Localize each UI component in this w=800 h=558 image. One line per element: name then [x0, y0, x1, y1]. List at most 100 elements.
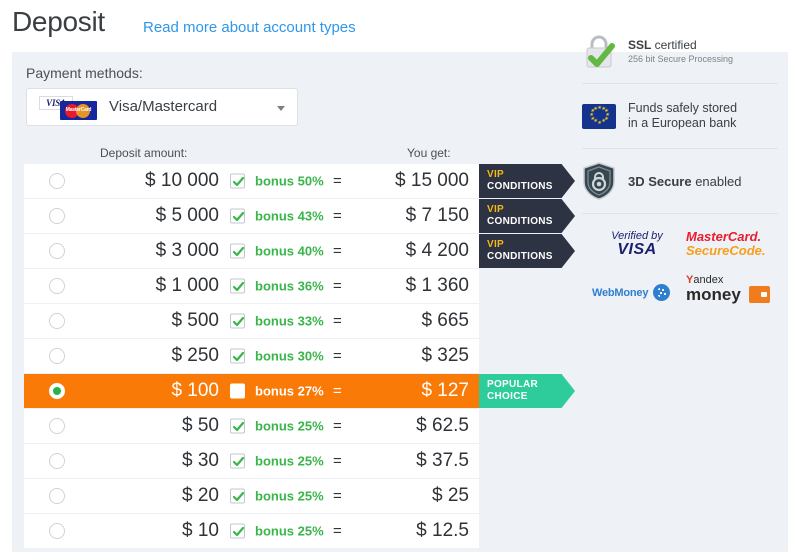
- bonus-checkbox[interactable]: [230, 279, 245, 294]
- bonus-checkbox[interactable]: [230, 454, 245, 469]
- webmoney-globe-icon: [653, 284, 670, 301]
- deposit-option-row[interactable]: $ 10bonus 25%=$ 12.5: [24, 514, 479, 548]
- payment-method-value: Visa/Mastercard: [109, 98, 217, 115]
- you-get-amount: $ 37.5: [354, 450, 469, 472]
- deposit-option-row[interactable]: $ 30bonus 25%=$ 37.5: [24, 444, 479, 478]
- you-get-amount: $ 25: [354, 485, 469, 507]
- bonus-checkbox[interactable]: [230, 419, 245, 434]
- deposit-amount: $ 50: [84, 415, 219, 437]
- check-icon: [232, 491, 245, 504]
- deposit-option-row[interactable]: $ 250bonus 30%=$ 325: [24, 339, 479, 373]
- you-get-amount: $ 12.5: [354, 520, 469, 542]
- vbv-visa: VISA: [598, 242, 676, 258]
- bonus-checkbox[interactable]: [230, 384, 245, 399]
- equals-sign: =: [333, 488, 342, 505]
- webmoney-icon: WebMoney: [592, 284, 670, 301]
- bonus-label: bonus 25%: [255, 454, 324, 469]
- deposit-radio[interactable]: [49, 208, 65, 224]
- vip-conditions-ribbon[interactable]: VIPCONDITIONS: [479, 164, 575, 198]
- popular-ribbon-line1: POPULAR: [487, 379, 575, 391]
- trust-sidebar: SSL certified 256 bit Secure Processing …: [582, 28, 778, 314]
- deposit-amount: $ 1 000: [84, 275, 219, 297]
- check-icon: [232, 421, 245, 434]
- bonus-label: bonus 25%: [255, 489, 324, 504]
- deposit-radio[interactable]: [49, 348, 65, 364]
- deposit-option-row[interactable]: $ 10 000bonus 50%=$ 15 000VIPCONDITIONS: [24, 164, 479, 198]
- vip-ribbon-line1: VIP: [487, 204, 575, 216]
- mastercard-icon: MasterCard: [60, 101, 97, 120]
- equals-sign: =: [333, 383, 342, 400]
- bonus-checkbox[interactable]: [230, 244, 245, 259]
- deposit-options-list: $ 10 000bonus 50%=$ 15 000VIPCONDITIONS$…: [24, 164, 479, 549]
- trust-eu-text: Funds safely stored in a European bank: [628, 101, 737, 131]
- equals-sign: =: [333, 523, 342, 540]
- equals-sign: =: [333, 348, 342, 365]
- vip-conditions-ribbon[interactable]: VIPCONDITIONS: [479, 199, 575, 233]
- deposit-option-row[interactable]: $ 3 000bonus 40%=$ 4 200VIPCONDITIONS: [24, 234, 479, 268]
- check-icon: [232, 211, 245, 224]
- bonus-label: bonus 36%: [255, 279, 324, 294]
- chevron-down-icon[interactable]: [277, 106, 285, 111]
- vip-ribbon-line1: VIP: [487, 239, 575, 251]
- deposit-option-row[interactable]: $ 5 000bonus 43%=$ 7 150VIPCONDITIONS: [24, 199, 479, 233]
- deposit-amount: $ 20: [84, 485, 219, 507]
- trust-ssl: SSL certified 256 bit Secure Processing: [582, 28, 778, 74]
- deposit-radio[interactable]: [49, 418, 65, 434]
- you-get-amount: $ 127: [354, 380, 469, 402]
- trust-ssl-rest: certified: [651, 38, 696, 52]
- eu-star-icon: ★: [601, 120, 604, 123]
- deposit-radio[interactable]: [49, 313, 65, 329]
- mcsc-line1: MasterCard.: [686, 230, 778, 244]
- deposit-radio[interactable]: [49, 383, 65, 399]
- sidebar-divider-2: [582, 148, 778, 149]
- vip-ribbon-line2: CONDITIONS: [487, 181, 575, 193]
- deposit-radio[interactable]: [49, 488, 65, 504]
- bonus-checkbox[interactable]: [230, 524, 245, 539]
- check-icon: [232, 386, 245, 399]
- deposit-radio[interactable]: [49, 243, 65, 259]
- deposit-option-row[interactable]: $ 20 bonus 25% = $ 25: [24, 479, 479, 513]
- account-types-link[interactable]: Read more about account types: [143, 19, 356, 36]
- trust-3d-text: 3D Secure enabled: [628, 174, 741, 189]
- check-icon: [232, 526, 245, 539]
- deposit-option-row[interactable]: $ 500bonus 33%=$ 665: [24, 304, 479, 338]
- mastercard-label: MasterCard: [60, 107, 97, 113]
- bonus-checkbox[interactable]: [230, 209, 245, 224]
- eu-star-icon: ★: [590, 118, 593, 121]
- deposit-radio[interactable]: [49, 173, 65, 189]
- you-get-amount: $ 665: [354, 310, 469, 332]
- trust-3d-strong: 3D Secure: [628, 174, 692, 189]
- mastercard-securecode-icon: MasterCard. SecureCode.: [686, 230, 778, 258]
- deposit-option-row[interactable]: $ 50bonus 25%=$ 62.5: [24, 409, 479, 443]
- eu-star-icon: ★: [593, 108, 596, 111]
- deposit-amount: $ 5 000: [84, 205, 219, 227]
- popular-ribbon-line2: CHOICE: [487, 391, 575, 403]
- bonus-label: bonus 27%: [255, 384, 324, 399]
- check-icon: [232, 316, 245, 329]
- you-get-amount: $ 15 000: [354, 170, 469, 192]
- equals-sign: =: [333, 243, 342, 260]
- deposit-radio[interactable]: [49, 278, 65, 294]
- payment-methods-label: Payment methods:: [26, 65, 143, 81]
- yandex-money-icon: Yandex money: [686, 274, 778, 304]
- payment-method-select[interactable]: VISA MasterCard Visa/Mastercard: [26, 88, 298, 126]
- vip-ribbon-line2: CONDITIONS: [487, 216, 575, 228]
- sidebar-divider-1: [582, 83, 778, 84]
- bonus-checkbox[interactable]: [230, 349, 245, 364]
- page-title: Deposit: [12, 6, 105, 38]
- deposit-radio[interactable]: [49, 453, 65, 469]
- bonus-label: bonus 50%: [255, 174, 324, 189]
- vip-ribbon-line2: CONDITIONS: [487, 251, 575, 263]
- column-header-deposit: Deposit amount:: [100, 146, 187, 160]
- bonus-checkbox[interactable]: [230, 174, 245, 189]
- bonus-checkbox[interactable]: [230, 314, 245, 329]
- vip-conditions-ribbon[interactable]: VIPCONDITIONS: [479, 234, 575, 268]
- deposit-radio[interactable]: [49, 523, 65, 539]
- trust-ssl-strong: SSL: [628, 38, 651, 52]
- bonus-checkbox[interactable]: [230, 489, 245, 504]
- check-icon: [232, 456, 245, 469]
- deposit-option-row[interactable]: $ 100bonus 27%=$ 127POPULARCHOICE: [24, 374, 479, 408]
- deposit-amount: $ 10: [84, 520, 219, 542]
- deposit-option-row[interactable]: $ 1 000bonus 36%=$ 1 360: [24, 269, 479, 303]
- popular-choice-ribbon[interactable]: POPULARCHOICE: [479, 374, 575, 408]
